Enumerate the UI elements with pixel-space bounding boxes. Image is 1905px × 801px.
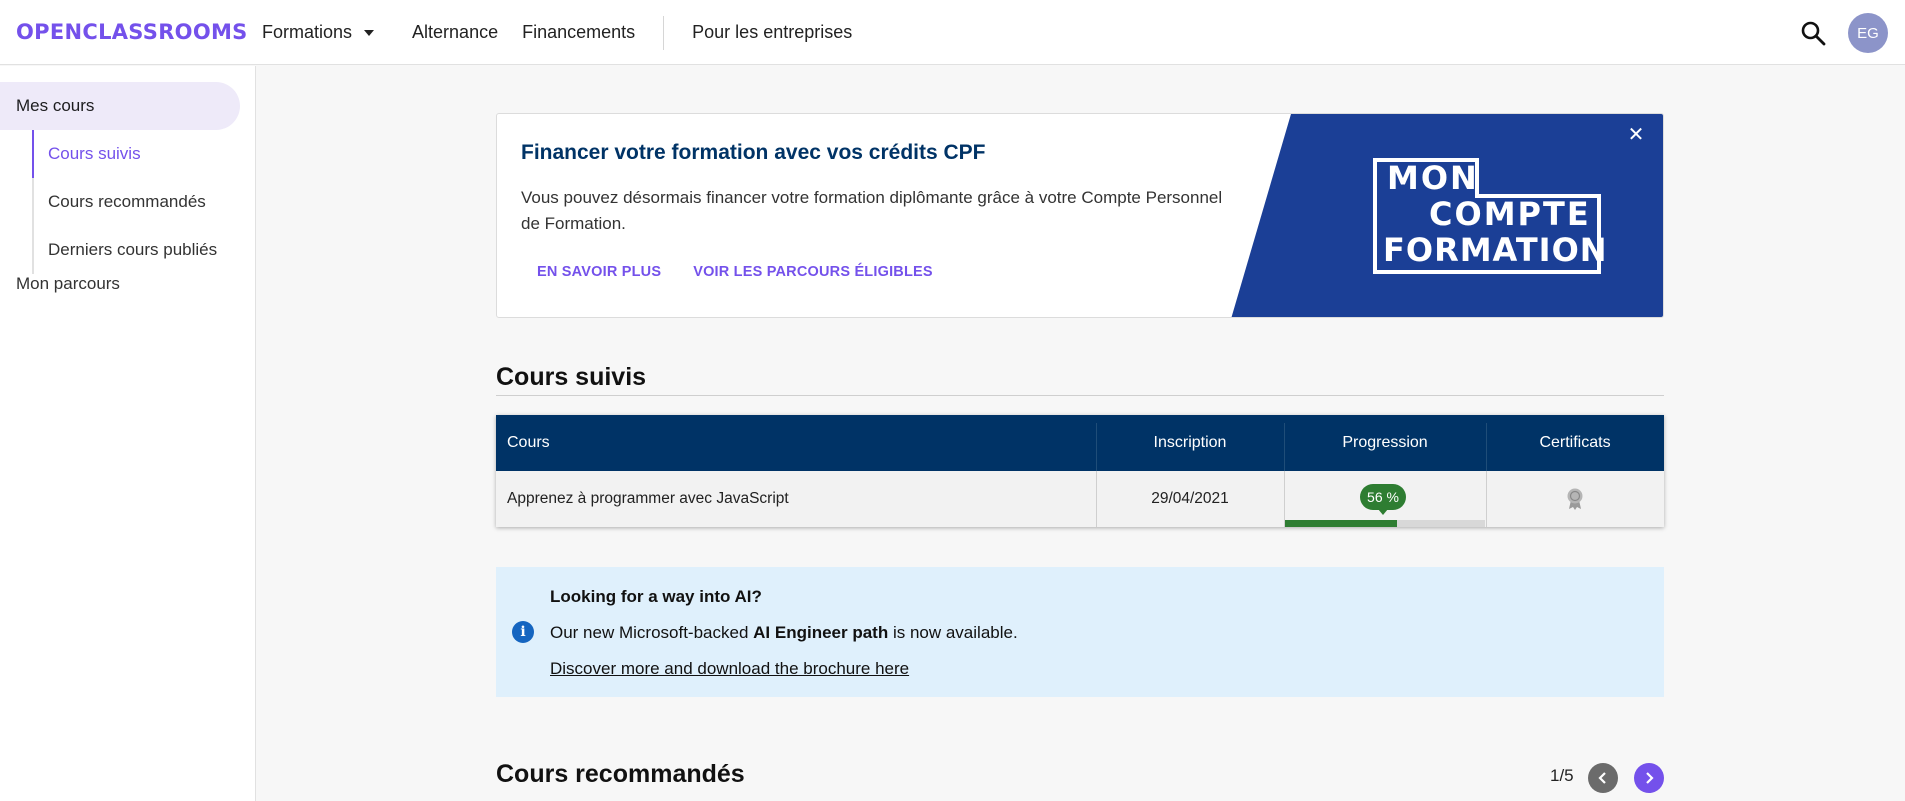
user-avatar[interactable]: EG	[1848, 13, 1888, 53]
close-icon[interactable]: ✕	[1625, 124, 1647, 146]
progress-bar-fill	[1285, 520, 1397, 527]
nav-entreprises[interactable]: Pour les entreprises	[692, 22, 852, 43]
cpf-title: Financer votre formation avec vos crédit…	[521, 141, 986, 164]
nav-financements-label: Financements	[522, 22, 636, 42]
course-certificate-cell	[1486, 471, 1664, 527]
nav-formations-label: Formations	[262, 22, 353, 42]
col-certificats: Certificats	[1539, 434, 1611, 451]
cours-recommandes-heading: Cours recommandés	[496, 760, 745, 788]
certificate-icon	[1567, 488, 1583, 510]
caret-down-icon	[364, 29, 375, 36]
progress-badge: 56 %	[1360, 484, 1406, 510]
section-divider	[496, 395, 1664, 396]
sidebar-item-derniers-cours[interactable]: Derniers cours publiés	[32, 226, 252, 274]
chevron-right-icon	[1646, 772, 1654, 784]
sidebar-item-cours-recommandes[interactable]: Cours recommandés	[32, 178, 252, 226]
brochure-link[interactable]: Discover more and download the brochure …	[550, 659, 909, 679]
info-text-prefix: Our new Microsoft-backed	[550, 623, 754, 642]
col-divider	[1486, 471, 1487, 527]
nav-formations[interactable]: Formations	[262, 22, 375, 43]
cours-suivis-heading: Cours suivis	[496, 363, 647, 391]
table-row[interactable]: Apprenez à programmer avec JavaScript 29…	[496, 471, 1664, 527]
col-divider	[1096, 471, 1097, 527]
pager-next-button[interactable]	[1634, 763, 1664, 793]
col-cours: Cours	[507, 434, 550, 451]
info-text: Our new Microsoft-backed AI Engineer pat…	[550, 623, 1018, 643]
nav-alternance-label: Alternance	[412, 22, 499, 42]
course-name[interactable]: Apprenez à programmer avec JavaScript	[496, 471, 1096, 527]
info-text-suffix: is now available.	[888, 623, 1018, 642]
openclassrooms-logo[interactable]: OPENCLASSROOMS	[16, 20, 248, 44]
sidebar-item-mes-cours[interactable]: Mes cours	[0, 82, 240, 130]
sidebar-item-mon-parcours[interactable]: Mon parcours	[16, 274, 120, 294]
nav-entreprises-label: Pour les entreprises	[692, 22, 853, 42]
cpf-text: Vous pouvez désormais financer votre for…	[521, 188, 1223, 233]
main-nav: Formations Alternance Financements Pour …	[262, 0, 852, 65]
col-divider	[1096, 423, 1097, 471]
nav-alternance[interactable]: Alternance	[412, 22, 498, 43]
col-inscription: Inscription	[1153, 434, 1227, 451]
progress-bar	[1285, 520, 1485, 527]
mcf-line-2: COMPTE	[1429, 195, 1591, 233]
course-inscription-date: 29/04/2021	[1151, 490, 1229, 507]
sidebar: Mes cours Cours suivis Cours recommandés…	[0, 66, 256, 801]
table-header: Cours Inscription Progression Certificat…	[496, 415, 1664, 471]
info-icon: i	[512, 621, 534, 643]
col-divider	[1284, 423, 1285, 471]
info-text-bold: AI Engineer path	[753, 623, 889, 642]
sidebar-item-cours-suivis[interactable]: Cours suivis	[32, 130, 252, 178]
sidebar-submenu: Cours suivis Cours recommandés Derniers …	[32, 130, 252, 274]
chevron-left-icon	[1598, 772, 1606, 784]
voir-parcours-link[interactable]: VOIR LES PARCOURS ÉLIGIBLES	[693, 264, 933, 280]
info-title: Looking for a way into AI?	[550, 587, 762, 606]
search-icon[interactable]	[1800, 20, 1826, 46]
col-divider	[1486, 423, 1487, 471]
courses-table: Cours Inscription Progression Certificat…	[496, 415, 1664, 527]
pager-prev-button[interactable]	[1588, 763, 1618, 793]
progress-badge-tip	[1378, 509, 1388, 515]
cpf-banner: Financer votre formation avec vos crédit…	[496, 113, 1664, 318]
top-header: OPENCLASSROOMS Formations Alternance Fin…	[0, 0, 1905, 65]
pager-count: 1/5	[1550, 766, 1574, 785]
col-progression: Progression	[1342, 434, 1428, 451]
mon-compte-formation-logo: MON COMPTE FORMATION	[1373, 158, 1607, 279]
cpf-links: EN SAVOIR PLUS VOIR LES PARCOURS ÉLIGIBL…	[537, 264, 933, 280]
mcf-line-3: FORMATION	[1383, 231, 1608, 269]
col-divider	[1284, 471, 1285, 527]
mcf-line-1: MON	[1387, 159, 1479, 197]
en-savoir-plus-link[interactable]: EN SAVOIR PLUS	[537, 264, 661, 280]
nav-financements[interactable]: Financements	[522, 22, 635, 43]
ai-info-box: i Looking for a way into AI? Our new Mic…	[496, 567, 1664, 697]
nav-divider	[663, 15, 665, 50]
